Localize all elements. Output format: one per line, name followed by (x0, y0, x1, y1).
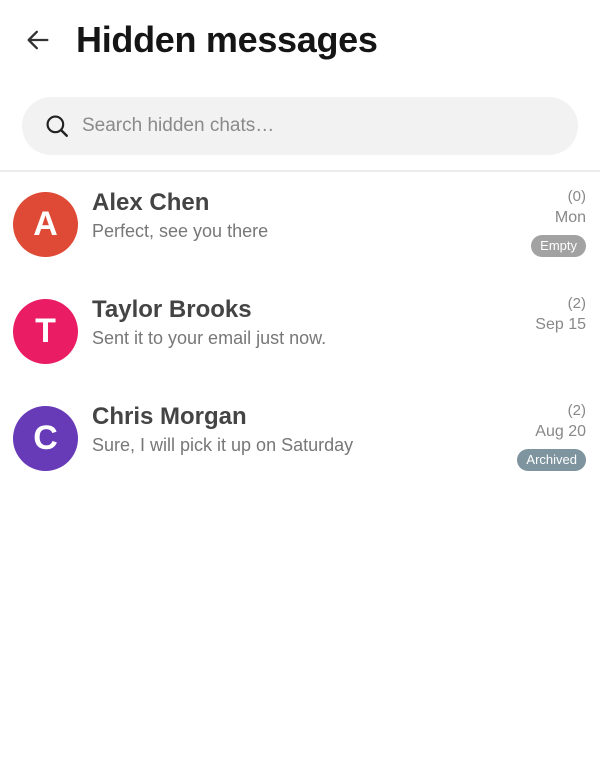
message-count: (0) (567, 188, 586, 205)
search-icon (46, 115, 68, 137)
search-bar[interactable] (22, 97, 578, 155)
header: Hidden messages (0, 0, 600, 82)
message-date: Sep 15 (535, 316, 586, 333)
page-title: Hidden messages (76, 19, 378, 60)
avatar: A (13, 192, 78, 257)
avatar: C (13, 406, 78, 471)
status-badge: Empty (531, 235, 586, 257)
search-input[interactable] (82, 97, 552, 155)
message-preview: Sure, I will pick it up on Saturday (92, 435, 354, 455)
message-count: (2) (567, 402, 586, 419)
message-count: (2) (567, 295, 586, 312)
chat-list: A Alex Chen Perfect, see you there (0) M… (0, 172, 600, 493)
message-preview: Sent it to your email just now. (92, 328, 327, 348)
status-badge: Archived (517, 449, 586, 471)
contact-name: Taylor Brooks (92, 296, 252, 323)
chat-row-taylor-brooks[interactable]: T Taylor Brooks Sent it to your email ju… (0, 279, 600, 386)
chat-row-chris-morgan[interactable]: C Chris Morgan Sure, I will pick it up o… (0, 386, 600, 493)
message-date: Aug 20 (535, 423, 586, 440)
back-button[interactable] (18, 22, 58, 58)
hidden-messages-screen: Hidden messages A Alex Chen Perfect, see… (0, 0, 600, 761)
chat-row-alex-chen[interactable]: A Alex Chen Perfect, see you there (0) M… (0, 172, 600, 279)
message-date: Mon (554, 209, 586, 226)
arrow-left-icon (27, 30, 49, 50)
contact-name: Chris Morgan (92, 403, 247, 430)
message-preview: Perfect, see you there (92, 221, 269, 241)
contact-name: Alex Chen (92, 189, 210, 216)
avatar: T (13, 299, 78, 364)
